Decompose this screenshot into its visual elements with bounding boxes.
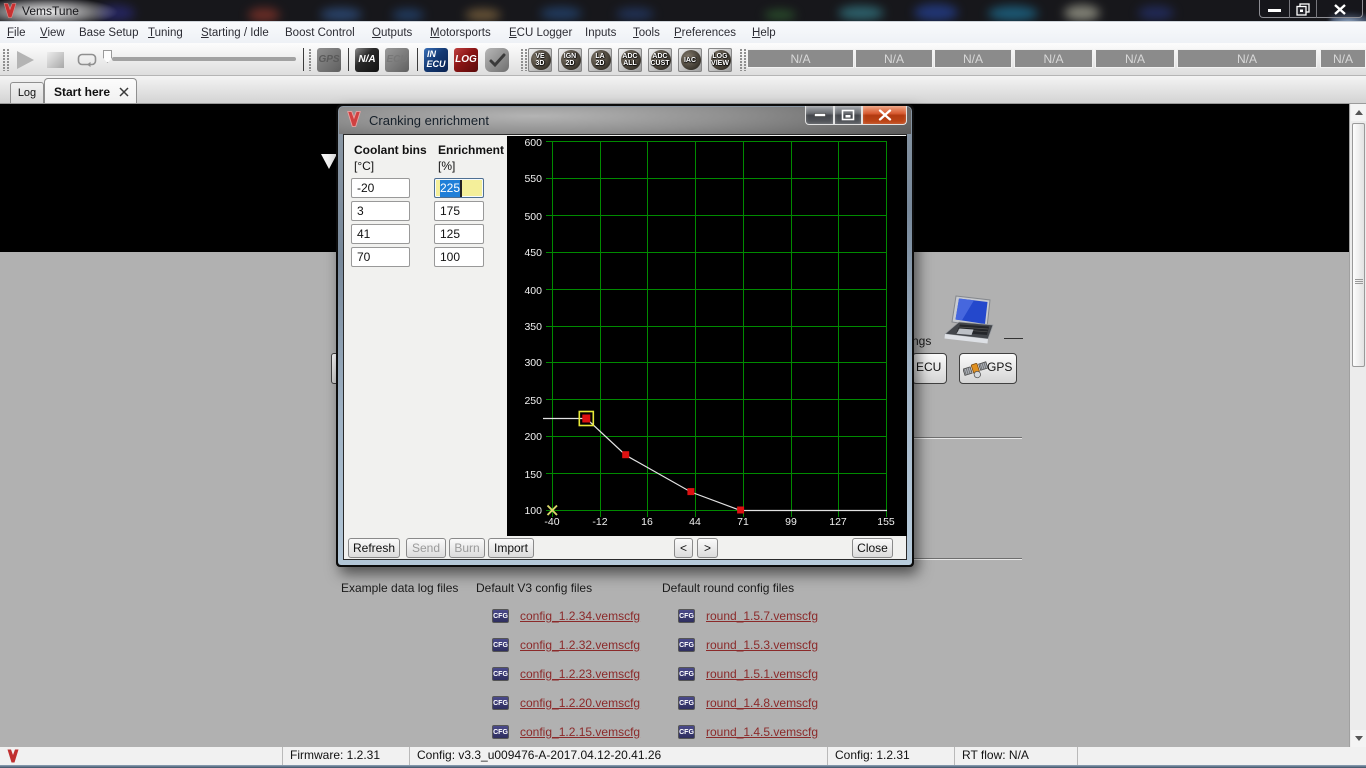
svg-text:300: 300 <box>524 357 542 369</box>
svg-text:250: 250 <box>524 395 542 407</box>
svg-text:500: 500 <box>524 211 542 223</box>
svg-text:150: 150 <box>524 469 542 481</box>
svg-text:44: 44 <box>689 516 701 528</box>
svg-text:99: 99 <box>785 516 797 528</box>
svg-text:127: 127 <box>829 516 847 528</box>
svg-text:450: 450 <box>524 247 542 259</box>
svg-text:550: 550 <box>524 173 542 185</box>
svg-text:100: 100 <box>524 505 542 517</box>
svg-text:71: 71 <box>737 516 749 528</box>
svg-text:-12: -12 <box>592 516 607 528</box>
svg-text:200: 200 <box>524 431 542 443</box>
svg-text:400: 400 <box>524 285 542 297</box>
svg-text:-40: -40 <box>544 516 559 528</box>
svg-text:350: 350 <box>524 321 542 333</box>
svg-text:600: 600 <box>524 137 542 149</box>
svg-text:155: 155 <box>877 516 895 528</box>
svg-text:16: 16 <box>641 516 653 528</box>
